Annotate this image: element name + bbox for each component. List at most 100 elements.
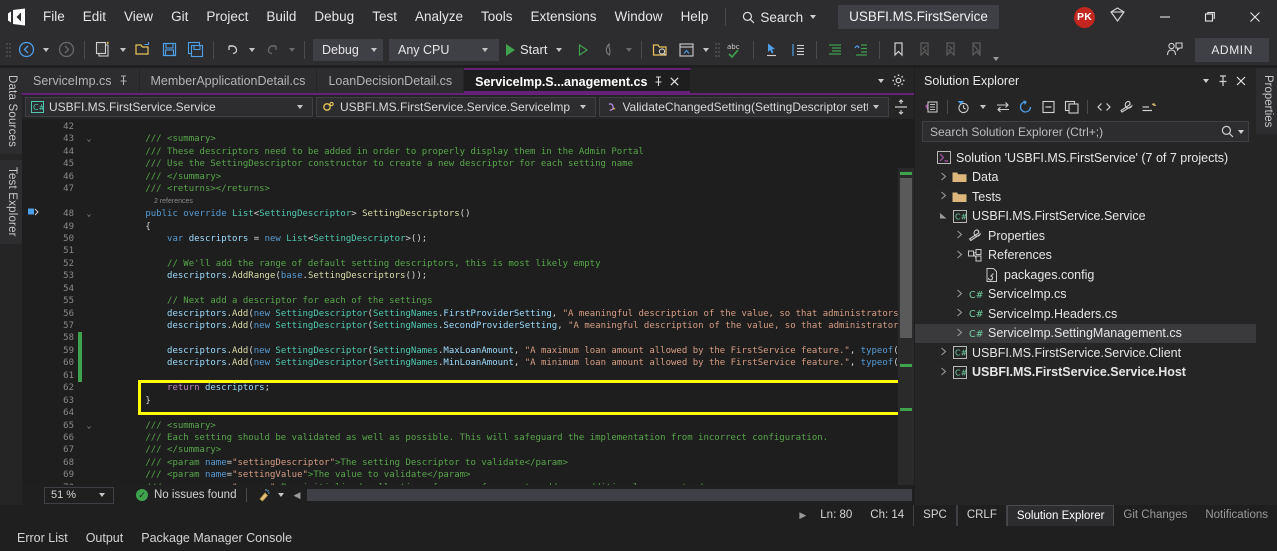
chevron-collapsed-icon[interactable] [953, 328, 966, 339]
indent-button[interactable] [786, 38, 810, 62]
uncomment-button[interactable] [849, 38, 873, 62]
menu-debug[interactable]: Debug [305, 0, 363, 34]
code-line[interactable]: 42 [22, 121, 914, 133]
chevron-down-icon[interactable] [1238, 129, 1244, 134]
zoom-level-combo[interactable]: 51 % [44, 486, 114, 504]
redo-dropdown[interactable] [289, 47, 295, 52]
scroll-left-arrow[interactable]: ◀ [288, 490, 305, 501]
start-without-debugging-button[interactable] [571, 38, 595, 62]
vs-live-share-icon[interactable] [1109, 6, 1126, 28]
code-line[interactable]: 47 /// <returns></returns> [22, 183, 914, 195]
refresh-button[interactable] [1015, 97, 1036, 117]
pin-icon[interactable] [654, 76, 663, 87]
solution-tree-item[interactable]: packages.config [915, 265, 1256, 285]
code-line[interactable]: 46 /// </summary> [22, 171, 914, 183]
solution-tree-item[interactable]: C# USBFI.MS.FirstService.Service.Host [915, 363, 1256, 383]
document-tab-serviceimp-settingmanagement[interactable]: ServiceImp.S...anagement.cs [464, 68, 692, 93]
scrollbar-thumb[interactable] [900, 178, 912, 338]
indentation-indicator[interactable]: SPC [913, 505, 957, 526]
chevron-collapsed-icon[interactable] [953, 250, 966, 261]
tool-tab-properties[interactable]: Properties [1256, 68, 1277, 135]
document-tab-serviceimp[interactable]: ServiceImp.cs [22, 68, 140, 93]
menu-window[interactable]: Window [606, 0, 672, 34]
navigate-back-dropdown[interactable] [43, 47, 49, 52]
issues-status[interactable]: ✓ No issues found [136, 489, 236, 501]
toolbar-grip[interactable] [4, 41, 13, 59]
view-code-button[interactable] [1093, 97, 1114, 117]
editor-horizontal-scrollbar[interactable] [307, 489, 912, 501]
menu-tools[interactable]: Tools [472, 0, 522, 34]
redo-button[interactable] [260, 38, 284, 62]
inheritance-glyph-icon[interactable] [22, 208, 44, 221]
solution-tree-item[interactable]: Solution 'USBFI.MS.FirstService' (7 of 7… [915, 148, 1256, 168]
minimize-button[interactable] [1142, 0, 1187, 34]
code-line[interactable]: 67 /// </summary> [22, 444, 914, 456]
solution-tree-item[interactable]: Properties [915, 226, 1256, 246]
undo-dropdown[interactable] [249, 47, 255, 52]
split-window-button[interactable] [892, 99, 910, 115]
fold-toggle[interactable]: ⌄ [82, 133, 96, 145]
panel-close-button[interactable] [1232, 71, 1250, 91]
clear-bookmarks-button[interactable] [964, 38, 988, 62]
tool-tab-data-sources[interactable]: Data Sources [0, 68, 22, 155]
code-line[interactable]: 68 /// <param name="settingDescriptor">T… [22, 457, 914, 469]
code-line[interactable]: 65 ⌄ /// <summary> [22, 420, 914, 432]
code-line[interactable]: 49 { [22, 221, 914, 233]
next-bookmark-button[interactable] [938, 38, 962, 62]
fold-toggle[interactable]: ⌄ [82, 420, 96, 432]
chevron-collapsed-icon[interactable] [953, 308, 966, 319]
window-layout-dropdown[interactable] [703, 47, 710, 52]
bottom-tab-package-manager-console[interactable]: Package Manager Console [132, 526, 301, 551]
code-line[interactable]: 50 var descriptors = new List<SettingDes… [22, 233, 914, 245]
navigate-forward-button[interactable] [54, 38, 78, 62]
previous-bookmark-button[interactable] [912, 38, 936, 62]
menu-test[interactable]: Test [363, 0, 406, 34]
properties-button[interactable] [1116, 97, 1137, 117]
code-line[interactable]: 45 /// Use the SettingDescriptor constru… [22, 158, 914, 170]
pointer-select-button[interactable] [760, 38, 784, 62]
solution-tree-item[interactable]: C# ServiceImp.cs [915, 285, 1256, 305]
new-project-dropdown[interactable] [120, 47, 126, 52]
chevron-collapsed-icon[interactable] [953, 289, 966, 300]
solution-tree-item[interactable]: C# ServiceImp.SettingManagement.cs [915, 323, 1256, 343]
code-line[interactable]: 52 // We'll add the range of default set… [22, 258, 914, 270]
panel-tab-git-changes[interactable]: Git Changes [1114, 505, 1196, 526]
codelens-reference-count[interactable]: 2 references [96, 196, 914, 208]
chevron-expanded-icon[interactable] [937, 211, 950, 222]
hot-reload-button[interactable] [597, 38, 621, 62]
chevron-down-icon[interactable] [810, 15, 817, 19]
save-all-button[interactable] [183, 38, 207, 62]
panel-tab-solution-explorer[interactable]: Solution Explorer [1006, 505, 1115, 526]
menu-extensions[interactable]: Extensions [522, 0, 606, 34]
hot-reload-dropdown[interactable] [626, 47, 633, 52]
code-cleanup-button[interactable] [257, 488, 288, 502]
restore-button[interactable] [1187, 0, 1232, 34]
chevron-down-icon[interactable] [878, 78, 884, 83]
menu-build[interactable]: Build [257, 0, 305, 34]
code-line[interactable]: 69 /// <param name="settingValue">The va… [22, 469, 914, 481]
chevron-down-icon[interactable] [556, 47, 563, 52]
fold-toggle[interactable]: ⌄ [82, 208, 96, 220]
code-line[interactable]: 44 /// These descriptors need to be adde… [22, 146, 914, 158]
collapse-all-button[interactable] [1038, 97, 1059, 117]
document-tab-memberapplicationdetail[interactable]: MemberApplicationDetail.cs [139, 68, 318, 93]
toolbar-grip[interactable] [713, 41, 722, 59]
gear-icon[interactable] [892, 74, 905, 87]
close-icon[interactable] [670, 77, 680, 86]
close-button[interactable] [1232, 0, 1277, 34]
pending-changes-dropdown[interactable] [980, 105, 986, 109]
solution-tree-item[interactable]: C# ServiceImp.Headers.cs [915, 304, 1256, 324]
pin-icon[interactable] [119, 75, 128, 86]
code-line[interactable]: 61 [22, 369, 914, 383]
new-project-button[interactable] [91, 38, 115, 62]
solution-tree-item[interactable]: C# USBFI.MS.FirstService.Service [915, 207, 1256, 227]
menu-view[interactable]: View [115, 0, 162, 34]
chevron-collapsed-icon[interactable] [937, 172, 950, 183]
code-line[interactable]: 62 return descriptors; [22, 382, 914, 394]
menu-edit[interactable]: Edit [74, 0, 115, 34]
code-line[interactable]: 59 descriptors.Add(new SettingDescriptor… [22, 344, 914, 358]
code-line[interactable]: 63 } [22, 395, 914, 407]
code-line[interactable]: 51 [22, 245, 914, 257]
code-line[interactable]: 53 descriptors.AddRange(base.SettingDesc… [22, 270, 914, 282]
solution-platform-combo[interactable]: Any CPU [389, 38, 499, 61]
